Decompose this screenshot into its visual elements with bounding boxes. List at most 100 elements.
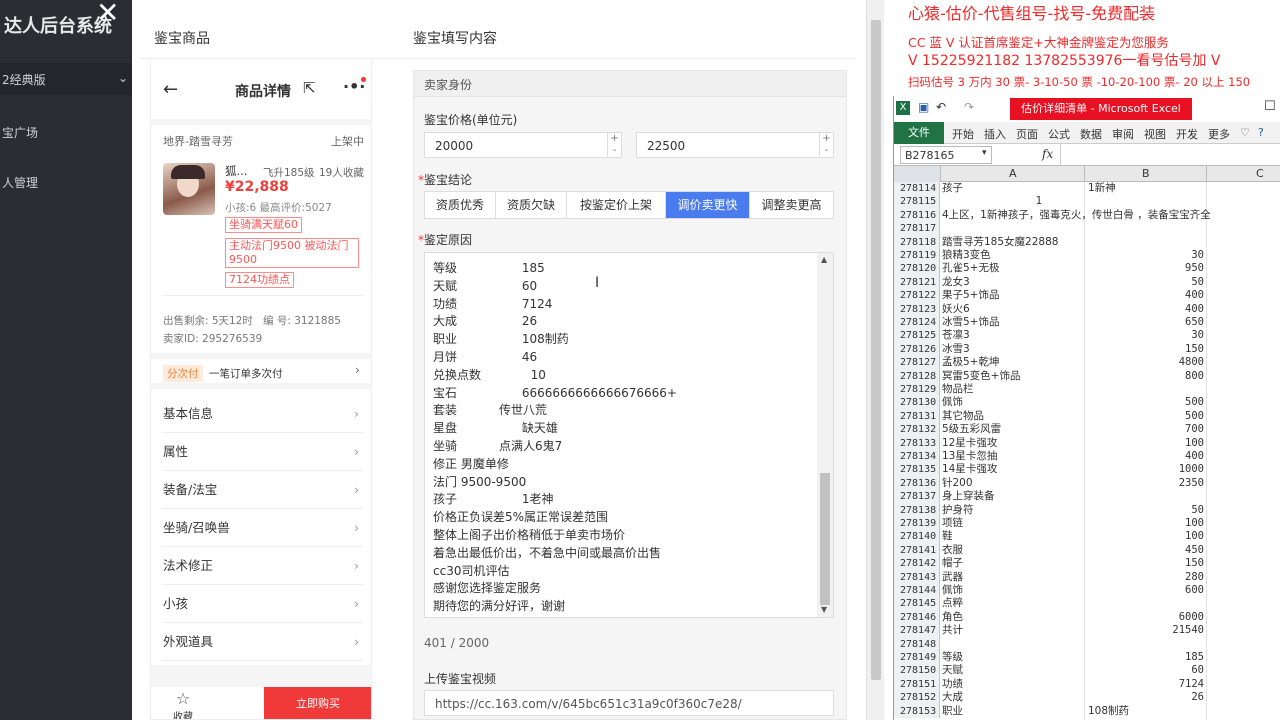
cell-b[interactable]: 500: [1086, 396, 1204, 409]
sheet-row[interactable]: 278128 冥雷5变色+饰品 800: [894, 369, 1280, 383]
sidebar-item-plaza[interactable]: 宝广场: [2, 124, 38, 141]
name-box[interactable]: B278165: [900, 146, 992, 164]
function-icon[interactable]: fx: [1042, 147, 1053, 161]
save-icon[interactable]: ▣: [918, 100, 929, 114]
sheet-row[interactable]: 278114 孩子 1新神: [894, 182, 1280, 196]
menu-appearance[interactable]: 外观道具 ›: [163, 623, 363, 661]
cell-b[interactable]: 50: [1086, 276, 1204, 289]
sheet-row[interactable]: 278144 佩饰 600: [894, 584, 1280, 598]
sheet-row[interactable]: 278137 身上穿装备: [894, 490, 1280, 504]
cell-a[interactable]: 衣服: [942, 544, 963, 557]
cell-a[interactable]: 天赋: [942, 664, 963, 677]
cell-a[interactable]: 14星卡强攻: [942, 463, 997, 476]
stepper-icon[interactable]: + -: [607, 133, 621, 157]
sheet-row[interactable]: 278146 角色 6000: [894, 610, 1280, 625]
cell-a[interactable]: 佩饰: [942, 396, 963, 409]
video-url-input[interactable]: https://cc.163.com/v/645bc651c31a9c0f360…: [424, 690, 834, 716]
row-number[interactable]: 278134: [894, 450, 940, 464]
sheet-row[interactable]: 278119 狼精3变色 30: [894, 249, 1280, 263]
row-number[interactable]: 278123: [894, 302, 940, 316]
cell-a[interactable]: 孩子: [942, 182, 963, 195]
sheet-row[interactable]: 278126 冰雪3 150: [894, 342, 1280, 357]
row-number[interactable]: 278133: [894, 436, 940, 450]
row-number[interactable]: 278151: [894, 677, 940, 692]
tab-insert[interactable]: 插入: [984, 126, 1006, 142]
cell-a[interactable]: 职业: [942, 705, 963, 718]
cell-a[interactable]: 物品栏: [942, 383, 974, 396]
sheet-row[interactable]: 278145 点粹: [894, 597, 1280, 611]
tab-more[interactable]: 更多: [1208, 126, 1230, 142]
cell-a[interactable]: 龙女3: [942, 276, 970, 289]
sheet-row[interactable]: 278117: [894, 222, 1280, 236]
row-number[interactable]: 278144: [894, 584, 940, 598]
modal-scrollbar[interactable]: [866, 0, 884, 720]
sheet-grid[interactable]: 278114 孩子 1新神 278115 1 278116 4上区，1新神孩子，强毒克火，传…: [894, 182, 1280, 720]
row-number[interactable]: 278143: [894, 570, 940, 584]
cell-a[interactable]: 帽子: [942, 557, 963, 570]
cell-a[interactable]: 点粹: [942, 597, 963, 610]
cell-b[interactable]: 21540: [1086, 624, 1204, 637]
reason-textarea[interactable]: 等级 185 天赋 60 功绩 7124 大成 26 职业 108制药 月饼 46 兑换点数…: [424, 252, 834, 618]
cell-b[interactable]: 500: [1086, 410, 1204, 423]
close-icon[interactable]: ✕: [96, 0, 119, 29]
sheet-row[interactable]: 278142 帽子 150: [894, 557, 1280, 571]
sheet-row[interactable]: 278139 项链 100: [894, 517, 1280, 531]
cell-b[interactable]: 600: [1086, 584, 1204, 597]
cell-a[interactable]: 踏雪寻芳185女魔22888: [942, 236, 1058, 249]
tab-data[interactable]: 数据: [1080, 126, 1102, 142]
cell-a[interactable]: 12星卡强攻: [942, 437, 997, 450]
cell-a[interactable]: 角色: [942, 611, 963, 624]
row-number[interactable]: 278122: [894, 289, 940, 303]
sheet-row[interactable]: 278141 衣服 450: [894, 543, 1280, 558]
row-number[interactable]: 278127: [894, 356, 940, 370]
conclusion-option[interactable]: 按鉴定价上架: [567, 192, 666, 218]
row-number[interactable]: 278117: [894, 222, 940, 236]
row-number[interactable]: 278129: [894, 383, 940, 397]
cell-a[interactable]: 冰雪3: [942, 343, 970, 356]
cell-a[interactable]: 功绩: [942, 678, 963, 691]
row-number[interactable]: 278121: [894, 275, 940, 290]
row-number[interactable]: 278126: [894, 342, 940, 357]
maximize-icon[interactable]: ☐: [1264, 99, 1276, 114]
cell-a[interactable]: 大成: [942, 691, 963, 704]
sheet-row[interactable]: 278122 果子5+饰品 400: [894, 289, 1280, 303]
cell-b[interactable]: 50: [1086, 504, 1204, 517]
row-number[interactable]: 278152: [894, 691, 940, 705]
cell-a[interactable]: 其它物品: [942, 410, 984, 423]
sheet-row[interactable]: 278140 鞋 100: [894, 530, 1280, 544]
chevron-down-icon[interactable]: ▾: [982, 148, 987, 158]
row-number[interactable]: 278128: [894, 369, 940, 383]
cell-a[interactable]: 果子5+饰品: [942, 289, 999, 302]
cell-b[interactable]: 6000: [1086, 611, 1204, 624]
sheet-row[interactable]: 278134 13星卡忽抽 400: [894, 450, 1280, 464]
sheet-row[interactable]: 278129 物品栏: [894, 383, 1280, 397]
cell-b[interactable]: 400: [1086, 289, 1204, 302]
row-number[interactable]: 278115: [894, 195, 940, 209]
sheet-row[interactable]: 278149 等级 185: [894, 651, 1280, 665]
sheet-row[interactable]: 278132 5级五彩风雷 700: [894, 423, 1280, 437]
conclusion-option[interactable]: 资质欠缺: [496, 192, 567, 218]
tab-file[interactable]: 文件: [894, 122, 944, 144]
conclusion-option-active[interactable]: 调价卖更快: [666, 192, 750, 218]
cell-a[interactable]: 苍凛3: [942, 329, 970, 342]
row-number[interactable]: 278139: [894, 517, 940, 531]
cell-a[interactable]: 等级: [942, 651, 963, 664]
conclusion-option[interactable]: 调整卖更高: [750, 192, 833, 218]
heart-icon[interactable]: ♡: [1240, 126, 1250, 139]
cell-a[interactable]: 狼精3变色: [942, 249, 991, 262]
cell-b[interactable]: 4800: [1086, 356, 1204, 369]
buy-now-button[interactable]: 立即购买: [264, 687, 371, 719]
cell-a[interactable]: 护身符: [942, 504, 974, 517]
cell-a[interactable]: 项链: [942, 517, 963, 530]
sheet-row[interactable]: 278131 其它物品 500: [894, 409, 1280, 424]
cell-b[interactable]: 150: [1086, 557, 1204, 570]
sheet-row[interactable]: 278121 龙女3 50: [894, 275, 1280, 290]
redo-icon[interactable]: ↷: [964, 100, 974, 114]
row-number[interactable]: 278150: [894, 664, 940, 678]
sheet-row[interactable]: 278147 共计 21540: [894, 624, 1280, 638]
row-number[interactable]: 278141: [894, 543, 940, 558]
sheet-row[interactable]: 278136 针200 2350: [894, 476, 1280, 491]
cell-b[interactable]: 700: [1086, 423, 1204, 436]
row-number[interactable]: 278120: [894, 262, 940, 276]
sheet-row[interactable]: 278133 12星卡强攻 100: [894, 436, 1280, 450]
